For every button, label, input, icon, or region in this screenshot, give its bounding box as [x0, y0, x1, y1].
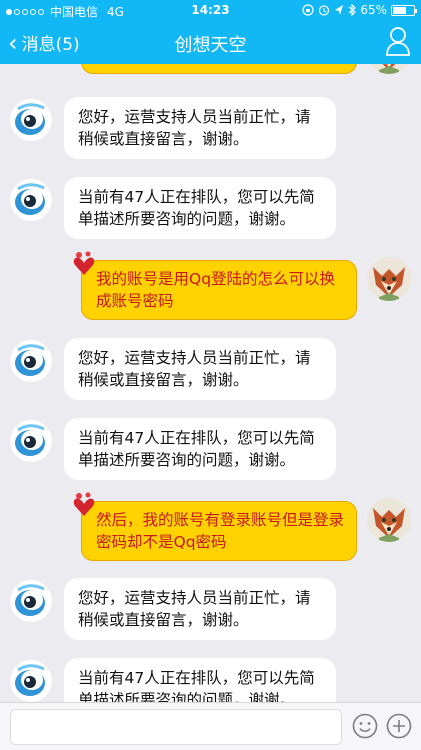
- alarm-icon: [319, 5, 330, 16]
- battery-icon: [391, 4, 417, 16]
- nav-bar: ‹ 消息(5) 创想天空: [0, 20, 421, 64]
- agent-bubble[interactable]: 当前有47人正在排队，您可以先简单描述所要咨询的问题，谢谢。: [64, 177, 336, 239]
- top-bar: 中国电信 4G 14:23 65% ‹ 消息(5) 创想天空: [0, 0, 421, 64]
- user-bubble[interactable]: 然后，我的账号有登录账号但是登录密码却不是Qq密码: [73, 492, 357, 561]
- hearts-icon: [73, 251, 95, 275]
- plus-circle-icon[interactable]: [386, 713, 412, 739]
- person-icon[interactable]: [385, 26, 411, 56]
- agent-bubble[interactable]: 当前有47人正在排队，您可以先简单描述所要咨询的问题，谢谢。: [64, 658, 336, 702]
- user-avatar[interactable]: [367, 64, 411, 74]
- hearts-icon: [73, 492, 95, 516]
- agent-bubble[interactable]: 当前有47人正在排队，您可以先简单描述所要咨询的问题，谢谢。: [64, 418, 336, 480]
- bluetooth-icon: [348, 4, 357, 16]
- message-input[interactable]: [10, 709, 342, 745]
- status-right: 65%: [302, 3, 417, 17]
- user-avatar[interactable]: [367, 257, 411, 301]
- status-bar: 中国电信 4G 14:23 65%: [0, 0, 421, 20]
- user-bubble[interactable]: 我的账号是用Qq登陆的怎么可以换成账号密码: [73, 251, 357, 320]
- agent-bubble[interactable]: 您好，运营支持人员当前正忙，请稍候或直接留言，谢谢。: [64, 97, 336, 159]
- agent-avatar[interactable]: [10, 660, 52, 702]
- agent-bubble[interactable]: 您好，运营支持人员当前正忙，请稍候或直接留言，谢谢。: [64, 578, 336, 640]
- user-avatar[interactable]: [367, 498, 411, 542]
- agent-avatar[interactable]: [10, 179, 52, 221]
- battery-percent: 65%: [360, 3, 387, 17]
- user-bubble[interactable]: [81, 64, 357, 74]
- chat-area[interactable]: 您好，运营支持人员当前正忙，请稍候或直接留言，谢谢。 当前有47人正在排队，您可…: [0, 64, 421, 702]
- rotation-lock-icon: [302, 4, 314, 16]
- chat-title: 创想天空: [174, 35, 247, 56]
- input-bar: [0, 702, 421, 750]
- agent-avatar[interactable]: [10, 99, 52, 141]
- agent-avatar[interactable]: [10, 420, 52, 462]
- user-message-text: 然后，我的账号有登录账号但是登录密码却不是Qq密码: [96, 511, 345, 551]
- agent-avatar[interactable]: [10, 340, 52, 382]
- smiley-icon[interactable]: [352, 713, 378, 739]
- agent-bubble[interactable]: 您好，运营支持人员当前正忙，请稍候或直接留言，谢谢。: [64, 338, 336, 400]
- agent-avatar[interactable]: [10, 580, 52, 622]
- location-icon: [335, 5, 344, 15]
- user-message-text: 我的账号是用Qq登陆的怎么可以换成账号密码: [96, 270, 336, 310]
